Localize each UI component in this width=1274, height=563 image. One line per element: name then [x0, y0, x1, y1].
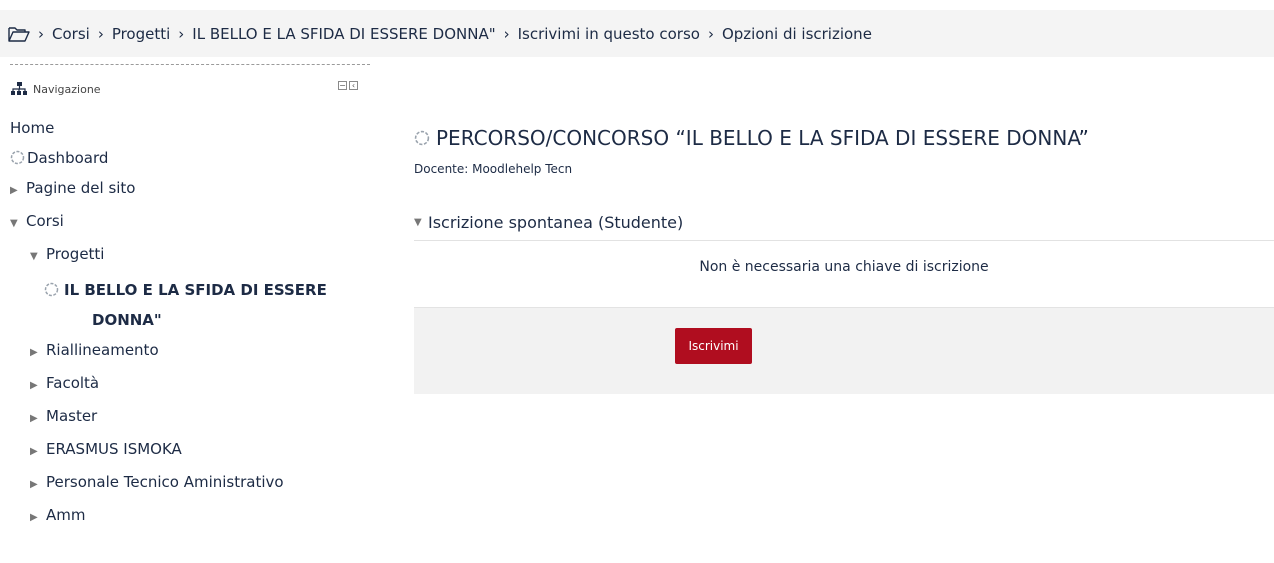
moodle-logo-icon	[414, 130, 430, 146]
current-course-label-cont: DONNA"	[92, 311, 162, 329]
nav-item-category[interactable]: ▶ Riallineamento	[10, 335, 370, 368]
nav-item-category[interactable]: ▶ Amm	[10, 500, 370, 533]
breadcrumb-corsi[interactable]: Corsi	[52, 25, 90, 43]
breadcrumb-separator: ›	[503, 24, 510, 43]
caret-down-icon: ▼	[414, 216, 422, 228]
enrol-section-header[interactable]: ▼ Iscrizione spontanea (Studente)	[414, 204, 1274, 241]
breadcrumb-separator: ›	[178, 24, 185, 43]
sitemap-icon	[10, 82, 28, 96]
nav-item-category[interactable]: ▶ Master	[10, 401, 370, 434]
caret-right-icon: ▶	[30, 413, 38, 424]
block-controls: − ‹	[338, 81, 358, 90]
navigation-header: Navigazione − ‹	[10, 65, 370, 113]
collapse-icon[interactable]: −	[338, 81, 347, 90]
breadcrumb-separator: ›	[38, 24, 44, 43]
nav-item-site-pages[interactable]: ▶ Pagine del sito	[10, 173, 370, 206]
nav-item-projects[interactable]: ▼ Progetti	[10, 239, 370, 272]
teacher-line: Docente: Moodlehelp Tecn	[414, 162, 573, 176]
breadcrumb-current: Opzioni di iscrizione	[721, 24, 872, 43]
navigation-title: Navigazione	[33, 82, 101, 96]
nav-item-label: Progetti	[46, 245, 105, 263]
nav-item-dashboard[interactable]: Dashboard	[10, 143, 370, 173]
nav-item-label: Amm	[46, 506, 86, 524]
breadcrumb-separator: ›	[97, 24, 104, 43]
main-content: PERCORSO/CONCORSO “IL BELLO E LA SFIDA D…	[414, 120, 1274, 394]
caret-right-icon: ▶	[10, 185, 18, 196]
caret-right-icon: ▶	[30, 512, 38, 523]
navigation-block: Navigazione − ‹ Home Dashboard ▶ Pagine d…	[10, 64, 370, 533]
nav-item-courses[interactable]: ▼ Corsi	[10, 206, 370, 239]
course-title: PERCORSO/CONCORSO “IL BELLO E LA SFIDA D…	[414, 120, 1274, 156]
nav-item-label: Personale Tecnico Aministrativo	[46, 473, 284, 491]
enrol-me-button[interactable]: Iscrivimi	[675, 328, 752, 364]
moodle-logo-icon	[10, 150, 25, 165]
enrol-form: Iscrivimi	[414, 307, 1274, 394]
page: › Corsi › Progetti › IL BELLO E LA SFIDA…	[0, 0, 1274, 563]
nav-item-category[interactable]: ▶ ERASMUS ISMOKA	[10, 434, 370, 467]
nav-item-category[interactable]: ▶ Personale Tecnico Aministrativo	[10, 467, 370, 500]
nav-item-category[interactable]: ▶ Facoltà	[10, 368, 370, 401]
caret-right-icon: ▶	[30, 446, 38, 457]
nav-item-label: Corsi	[26, 212, 64, 230]
nav-item-current-course[interactable]: IL BELLO E LA SFIDA DI ESSERE DONNA"	[10, 272, 370, 335]
course-title-text: PERCORSO/CONCORSO “IL BELLO E LA SFIDA D…	[436, 126, 1089, 150]
nav-item-label: Riallineamento	[46, 341, 159, 359]
caret-down-icon: ▼	[30, 251, 38, 262]
nav-item-label: ERASMUS ISMOKA	[46, 440, 182, 458]
caret-right-icon: ▶	[30, 479, 38, 490]
current-course-label: IL BELLO E LA SFIDA DI ESSERE	[64, 281, 327, 299]
breadcrumb: › Corsi › Progetti › IL BELLO E LA SFIDA…	[0, 10, 1274, 57]
nav-item-label: Master	[46, 407, 98, 425]
moodle-logo-icon	[44, 282, 59, 297]
nav-item-label: Dashboard	[27, 149, 109, 167]
caret-down-icon: ▼	[10, 218, 18, 229]
breadcrumb-progetti[interactable]: Progetti	[112, 25, 170, 43]
navigation-tree: Home Dashboard ▶ Pagine del sito ▼ Corsi ▼…	[10, 113, 370, 533]
nav-item-label: Facoltà	[46, 374, 100, 392]
enrol-section-title: Iscrizione spontanea (Studente)	[428, 212, 684, 232]
nav-item-label: Pagine del sito	[26, 179, 136, 197]
nav-item-label: Home	[10, 119, 55, 137]
caret-right-icon: ▶	[30, 347, 38, 358]
breadcrumb-separator: ›	[707, 24, 714, 43]
no-key-note: Non è necessaria una chiave di iscrizion…	[699, 259, 989, 275]
nav-item-home[interactable]: Home	[10, 113, 370, 143]
breadcrumb-enrol-me[interactable]: Iscrivimi in questo corso	[518, 25, 700, 43]
folder-icon[interactable]	[8, 25, 30, 43]
caret-right-icon: ▶	[30, 380, 38, 391]
dock-icon[interactable]: ‹	[349, 81, 358, 90]
breadcrumb-course[interactable]: IL BELLO E LA SFIDA DI ESSERE DONNA"	[192, 25, 495, 43]
